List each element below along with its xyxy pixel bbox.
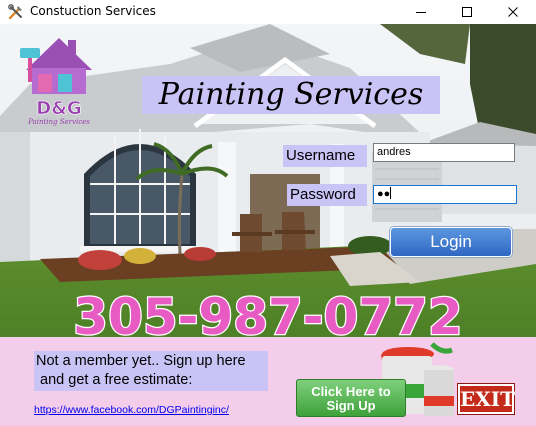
signup-button-line1: Click Here to bbox=[311, 384, 391, 399]
signup-button-line2: Sign Up bbox=[326, 398, 376, 413]
text-caret bbox=[390, 187, 392, 199]
tools-icon bbox=[8, 4, 22, 20]
username-input[interactable]: andres bbox=[373, 143, 515, 162]
password-label: Password bbox=[287, 184, 367, 206]
facebook-link[interactable]: https://www.facebook.com/DGPaintinginc/ bbox=[34, 404, 229, 416]
window-titlebar: Constuction Services bbox=[0, 0, 536, 24]
page-title: Painting Services bbox=[142, 76, 440, 114]
password-input[interactable]: ●● bbox=[373, 185, 517, 204]
logo-tagline: Painting Services bbox=[27, 118, 90, 126]
window-title: Constuction Services bbox=[30, 4, 156, 18]
login-button[interactable]: Login bbox=[390, 227, 512, 257]
exit-button[interactable]: EXIT bbox=[458, 384, 515, 414]
signup-prompt-line2: and get a free estimate: bbox=[36, 372, 193, 388]
close-icon bbox=[508, 7, 518, 17]
minimize-icon bbox=[416, 12, 426, 13]
close-button[interactable] bbox=[490, 0, 536, 24]
paint-roller-house-icon: D&G Painting Services bbox=[20, 38, 92, 126]
signup-prompt-line1: Not a member yet.. Sign up here bbox=[36, 353, 246, 369]
maximize-button[interactable] bbox=[444, 0, 490, 24]
password-mask: ●● bbox=[377, 188, 391, 200]
signup-button[interactable]: Click Here to Sign Up bbox=[296, 379, 406, 417]
signup-prompt: Not a member yet.. Sign up here and get … bbox=[34, 351, 268, 391]
main-panel: D&G Painting Services Painting Services … bbox=[0, 24, 536, 426]
logo-initials: D&G bbox=[36, 98, 81, 119]
minimize-button[interactable] bbox=[398, 0, 444, 24]
maximize-icon bbox=[462, 7, 472, 17]
username-label: Username bbox=[283, 145, 367, 167]
